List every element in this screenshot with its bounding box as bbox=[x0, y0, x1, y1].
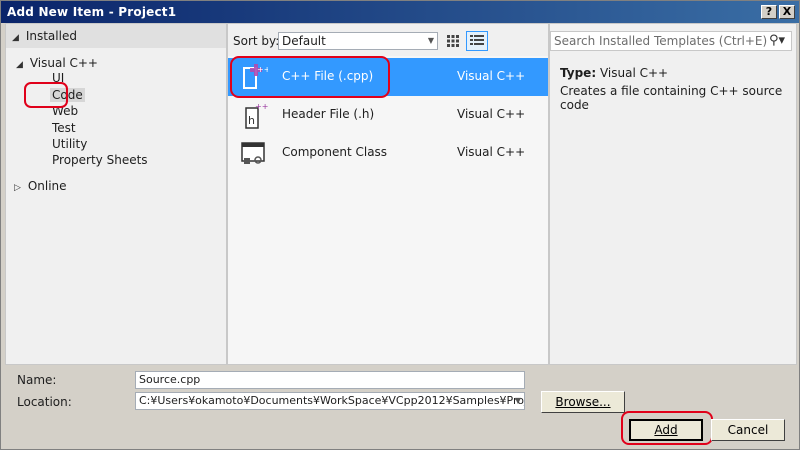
tree-item-label: Online bbox=[27, 179, 67, 193]
svg-text:h: h bbox=[248, 114, 255, 127]
cancel-button-label: Cancel bbox=[727, 423, 769, 437]
location-label: Location: bbox=[17, 395, 72, 409]
grid-view-icon bbox=[447, 35, 459, 47]
svg-text:++: ++ bbox=[255, 102, 268, 111]
dropdown-arrow-icon: ▼ bbox=[427, 36, 434, 45]
template-language: Visual C++ bbox=[457, 69, 526, 83]
header-file-icon: h ++ bbox=[245, 102, 268, 129]
grid-view-button[interactable] bbox=[442, 31, 464, 51]
template-language: Visual C++ bbox=[457, 107, 526, 121]
template-details-panel: Search Installed Templates (Ctrl+E) ⚲▾ T… bbox=[549, 23, 797, 365]
expand-triangle-icon: ▷ bbox=[14, 183, 21, 193]
tree-item-test[interactable]: Test bbox=[52, 120, 76, 136]
installed-header[interactable]: ◢ Installed bbox=[6, 24, 226, 48]
name-label: Name: bbox=[17, 373, 57, 387]
template-list-panel: Sort by: Default ▼ ++ C++ File (.cpp) Vi… bbox=[227, 23, 549, 365]
cpp-highlight-circle bbox=[230, 56, 390, 98]
window-title: Add New Item - Project1 bbox=[7, 5, 177, 19]
sort-label: Sort by: bbox=[233, 34, 280, 48]
expand-triangle-icon: ◢ bbox=[16, 60, 23, 70]
collapse-triangle-icon: ◢ bbox=[12, 33, 19, 43]
code-highlight-circle bbox=[24, 82, 68, 108]
cancel-button[interactable]: Cancel bbox=[711, 419, 785, 441]
list-view-button[interactable] bbox=[466, 31, 488, 51]
add-highlight-circle bbox=[621, 411, 713, 445]
template-category-tree: ◢ Installed ◢ Visual C++ UI Code Web Tes… bbox=[5, 23, 227, 365]
sort-value: Default bbox=[282, 34, 326, 48]
tree-item-installed: Installed bbox=[25, 29, 77, 43]
tree-item-visual-cpp[interactable]: ◢ Visual C++ bbox=[16, 55, 98, 71]
search-templates-input[interactable]: Search Installed Templates (Ctrl+E) ⚲▾ bbox=[550, 31, 792, 51]
type-line: Type: Visual C++ bbox=[560, 66, 668, 80]
search-placeholder: Search Installed Templates (Ctrl+E) bbox=[554, 34, 768, 48]
dropdown-arrow-icon: ▼ bbox=[514, 396, 521, 405]
tree-item-online[interactable]: ▷ Online bbox=[14, 178, 67, 194]
location-dropdown[interactable]: C:¥Users¥okamoto¥Documents¥WorkSpace¥VCp… bbox=[135, 392, 525, 410]
sort-toolbar: Sort by: Default ▼ bbox=[228, 24, 548, 56]
search-icon[interactable]: ⚲▾ bbox=[769, 32, 785, 50]
tree-item-property-sheets[interactable]: Property Sheets bbox=[52, 152, 148, 168]
location-value: C:¥Users¥okamoto¥Documents¥WorkSpace¥VCp… bbox=[139, 394, 525, 407]
sort-dropdown[interactable]: Default ▼ bbox=[278, 32, 438, 50]
type-value: Visual C++ bbox=[599, 66, 669, 80]
component-class-icon bbox=[241, 142, 265, 164]
add-new-item-dialog: Add New Item - Project1 ? X ◢ Installed … bbox=[0, 0, 800, 450]
template-name: Component Class bbox=[282, 145, 388, 159]
list-view-icon bbox=[470, 35, 484, 45]
template-name: Header File (.h) bbox=[282, 107, 375, 121]
browse-button-label: Browse... bbox=[555, 395, 611, 409]
tree-item-utility[interactable]: Utility bbox=[52, 136, 87, 152]
tree-item-label: Visual C++ bbox=[29, 56, 98, 70]
name-input[interactable]: Source.cpp bbox=[135, 371, 525, 389]
help-button[interactable]: ? bbox=[761, 5, 777, 19]
browse-button[interactable]: Browse... bbox=[541, 391, 625, 413]
title-bar: Add New Item - Project1 ? X bbox=[1, 1, 799, 23]
template-item-header-file[interactable]: h ++ Header File (.h) Visual C++ bbox=[228, 96, 548, 134]
type-label: Type: bbox=[560, 66, 597, 80]
close-button[interactable]: X bbox=[779, 5, 795, 19]
template-item-component-class[interactable]: Component Class Visual C++ bbox=[228, 134, 548, 172]
template-description: Creates a file containing C++ source cod… bbox=[560, 84, 783, 112]
template-language: Visual C++ bbox=[457, 145, 526, 159]
